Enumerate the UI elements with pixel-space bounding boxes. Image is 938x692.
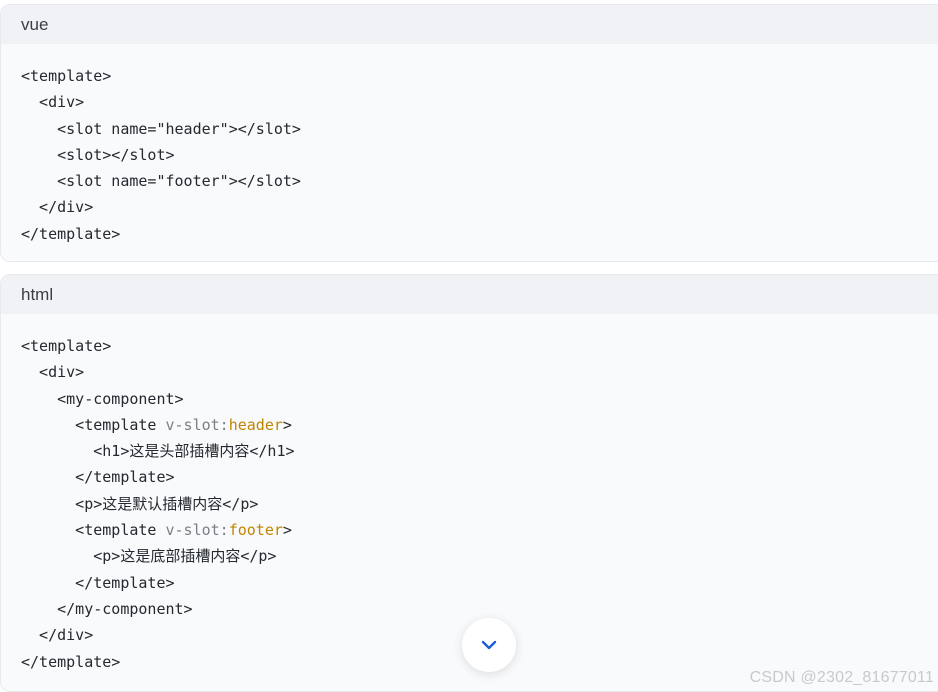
code-token: header [228,415,283,434]
code-line: </template> [21,570,938,596]
code-token: <template [21,521,166,540]
code-content[interactable]: <template> <div> <slot name="header"></s… [1,44,938,247]
code-token: <div> [21,363,85,382]
code-line: <my-component> [21,386,938,412]
code-line: <template> [21,333,938,359]
code-token: v-slot: [165,415,229,434]
code-line: </my-component> [21,596,938,622]
code-token: <p>这是默认插槽内容</p> [21,494,259,513]
code-line: </div> [21,194,938,220]
code-token: <my-component> [21,389,184,408]
code-line: <template v-slot:footer> [21,517,938,543]
code-token: </template> [21,468,175,487]
code-line: <p>这是默认插槽内容</p> [21,491,938,517]
code-token: </template> [21,573,175,592]
code-token: </div> [21,626,94,645]
code-line: <h1>这是头部插槽内容</h1> [21,438,938,464]
code-content[interactable]: <template> <div> <my-component> <templat… [1,314,938,675]
code-token: > [282,521,292,540]
code-line: <p>这是底部插槽内容</p> [21,543,938,569]
code-line: <div> [21,359,938,385]
code-token: footer [228,521,283,540]
code-line: <slot name="header"></slot> [21,116,938,142]
code-language-label: vue [1,5,938,44]
code-token: </template> [21,224,121,243]
chevron-down-icon [481,640,497,650]
code-token: </div> [21,198,94,217]
code-token: <slot name="header"></slot> [21,119,301,138]
code-token: <h1>这是头部插槽内容</h1> [21,442,295,461]
code-token: <slot name="footer"></slot> [21,172,301,191]
code-token: <template> [21,67,112,85]
page: vue <template> <div> <slot name="header"… [0,0,938,692]
code-token: > [282,415,292,434]
code-token: <p>这是底部插槽内容</p> [21,547,277,566]
code-line: <template> [21,63,938,89]
code-line: <template v-slot:header> [21,412,938,438]
expand-code-button[interactable] [462,618,516,672]
code-line: </template> [21,221,938,247]
code-token: </my-component> [21,599,193,618]
code-token: </template> [21,652,121,671]
code-line: <slot name="footer"></slot> [21,168,938,194]
code-language-label: html [1,275,938,314]
code-line: <div> [21,89,938,115]
code-token: <template [21,415,166,434]
code-token: v-slot: [165,521,229,540]
watermark: CSDN @2302_81677011 [749,669,934,686]
code-line: </template> [21,464,938,490]
code-token: <slot></slot> [21,145,175,164]
code-block-vue: vue <template> <div> <slot name="header"… [0,4,938,262]
code-line: <slot></slot> [21,142,938,168]
code-token: <div> [21,93,85,112]
code-token: <template> [21,337,112,355]
